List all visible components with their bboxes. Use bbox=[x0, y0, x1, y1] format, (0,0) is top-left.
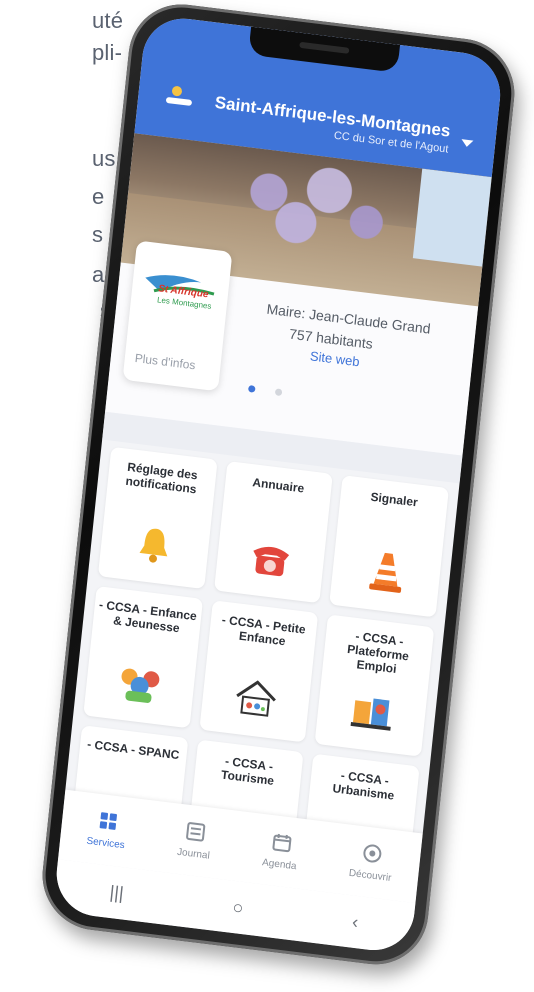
calendar-icon bbox=[270, 831, 294, 854]
nav-label: Découvrir bbox=[348, 868, 392, 884]
hero-sky bbox=[413, 169, 492, 267]
website-link[interactable]: Site web bbox=[309, 348, 360, 369]
phone-mockup: Saint-Affrique-les-Montagnes CC du Sor e… bbox=[3, 0, 530, 992]
nav-services[interactable]: Services bbox=[86, 809, 128, 851]
service-tile-plateforme-emploi[interactable]: - CCSA - Plateforme Emploi bbox=[315, 614, 434, 756]
service-tile-annuaire[interactable]: Annuaire bbox=[214, 461, 333, 603]
chevron-down-icon[interactable] bbox=[461, 139, 474, 147]
phone-screen: Saint-Affrique-les-Montagnes CC du Sor e… bbox=[53, 14, 505, 955]
app-logo-icon[interactable] bbox=[163, 83, 195, 111]
service-tile-label: - CCSA - Plateforme Emploi bbox=[327, 627, 429, 680]
service-tile-signaler[interactable]: Signaler bbox=[329, 475, 448, 617]
service-tile-notifications[interactable]: Réglage des notifications bbox=[98, 447, 217, 589]
nav-agenda[interactable]: Agenda bbox=[262, 830, 300, 872]
back-button[interactable]: ‹ bbox=[351, 911, 359, 933]
service-tile-label: Réglage des notifications bbox=[111, 459, 212, 498]
services-grid: Réglage des notifications Annuaire bbox=[74, 447, 449, 846]
carousel-dots bbox=[247, 379, 299, 403]
service-tile-label: - CCSA - Enfance & Jeunesse bbox=[97, 598, 198, 637]
service-tile-label: - CCSA - Tourisme bbox=[198, 752, 299, 791]
phone-icon bbox=[247, 538, 295, 581]
population-text: 757 habitants bbox=[288, 326, 373, 352]
house-family-icon bbox=[231, 675, 281, 720]
service-tile-label: - CCSA - SPANC bbox=[83, 738, 182, 764]
recent-apps-button[interactable]: ||| bbox=[109, 881, 125, 904]
nav-discover[interactable]: Découvrir bbox=[348, 841, 394, 884]
commune-logo-card[interactable]: St Affrique Les Montagnes Plus d'infos bbox=[123, 240, 233, 391]
nav-label: Journal bbox=[177, 847, 211, 862]
newspaper-icon bbox=[184, 821, 208, 844]
service-tile-enfance-jeunesse[interactable]: - CCSA - Enfance & Jeunesse bbox=[83, 586, 202, 728]
services-icon bbox=[96, 810, 120, 833]
more-info-link[interactable]: Plus d'infos bbox=[134, 351, 196, 372]
carousel-dot[interactable] bbox=[275, 388, 283, 396]
commune-title[interactable]: Saint-Affrique-les-Montagnes bbox=[214, 93, 451, 142]
carousel-dot-active[interactable] bbox=[248, 385, 256, 393]
nav-journal[interactable]: Journal bbox=[177, 820, 214, 862]
service-tile-label: Signaler bbox=[344, 488, 443, 514]
service-tile-label: - CCSA - Petite Enfance bbox=[212, 613, 313, 652]
home-button[interactable]: ○ bbox=[231, 896, 244, 918]
compass-icon bbox=[361, 842, 385, 865]
nav-label: Services bbox=[86, 836, 125, 852]
service-tile-label: Annuaire bbox=[229, 473, 328, 499]
nav-label: Agenda bbox=[262, 857, 297, 872]
job-platform-icon bbox=[348, 690, 396, 735]
bell-icon bbox=[135, 523, 175, 567]
service-tile-label: - CCSA - Urbanisme bbox=[314, 766, 415, 805]
traffic-cone-icon bbox=[364, 547, 408, 596]
service-tile-petite-enfance[interactable]: - CCSA - Petite Enfance bbox=[199, 600, 318, 742]
phone-body: Saint-Affrique-les-Montagnes CC du Sor e… bbox=[37, 0, 519, 970]
children-icon bbox=[115, 661, 165, 706]
